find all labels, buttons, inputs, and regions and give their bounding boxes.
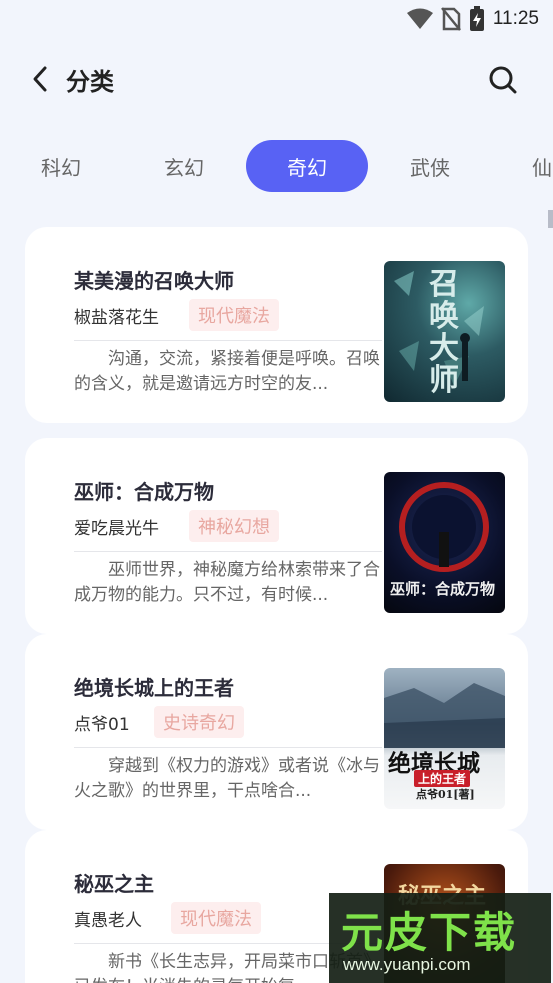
watermark-url: www.yuanpi.com xyxy=(343,955,471,974)
book-title: 绝境长城上的王者 xyxy=(74,676,234,700)
cover-title: 巫师：合成万物 xyxy=(390,580,496,598)
book-card[interactable]: 绝境长城上的王者 点爷01 史诗奇幻 穿越到《权力的游戏》或者说《冰与火之歌》的… xyxy=(25,634,528,830)
book-author: 爱吃晨光牛 xyxy=(74,519,159,539)
book-description: 巫师世界，神秘魔方给林索带来了合成万物的能力。只不过，有时候... xyxy=(74,560,380,605)
book-author: 点爷01 xyxy=(74,715,130,735)
cover-author: 点爷01[著] xyxy=(416,788,475,801)
book-tag: 现代魔法 xyxy=(171,902,261,934)
scrollbar[interactable] xyxy=(548,210,553,228)
tab-scifi[interactable]: 科幻 xyxy=(0,140,122,192)
cover-subtitle: 上的王者 xyxy=(414,770,471,787)
book-description: 沟通，交流，紧接着便是呼唤。召唤的含义，就是邀请远方时空的友... xyxy=(74,349,380,394)
book-author: 椒盐落花生 xyxy=(74,308,159,328)
divider xyxy=(74,551,382,552)
watermark: 元皮下载 www.yuanpi.com xyxy=(329,893,551,983)
book-title: 某美漫的召唤大师 xyxy=(74,269,234,293)
back-button[interactable] xyxy=(26,64,56,94)
book-card[interactable]: 某美漫的召唤大师 椒盐落花生 现代魔法 沟通，交流，紧接着便是呼唤。召唤的含义，… xyxy=(25,227,528,423)
status-bar: 11:25 xyxy=(0,0,553,38)
book-tag: 神秘幻想 xyxy=(189,510,279,542)
tab-xuanhuan[interactable]: 玄幻 xyxy=(123,140,245,192)
tab-xianxia[interactable]: 仙 xyxy=(492,140,553,192)
book-cover: 召唤大师 xyxy=(384,261,505,402)
header: 分类 xyxy=(0,52,553,108)
book-card[interactable]: 巫师：合成万物 爱吃晨光牛 神秘幻想 巫师世界，神秘魔方给林索带来了合成万物的能… xyxy=(25,438,528,634)
search-icon xyxy=(489,66,517,94)
book-title: 巫师：合成万物 xyxy=(74,480,214,504)
no-sim-icon xyxy=(440,7,461,31)
battery-charging-icon xyxy=(469,6,484,31)
cover-title: 召唤大师 xyxy=(429,267,459,398)
book-tag: 现代魔法 xyxy=(189,299,279,331)
divider xyxy=(74,340,382,341)
page-title: 分类 xyxy=(66,68,114,96)
book-cover: 巫师：合成万物 xyxy=(384,472,505,613)
tab-fantasy[interactable]: 奇幻 xyxy=(246,140,368,192)
category-tabs: 科幻 玄幻 奇幻 武侠 仙 xyxy=(0,140,553,192)
watermark-brand: 元皮下载 xyxy=(341,908,518,957)
book-title: 秘巫之主 xyxy=(74,872,154,896)
search-button[interactable] xyxy=(487,64,519,96)
chevron-left-icon xyxy=(33,66,47,92)
wifi-icon xyxy=(406,8,433,29)
book-tag: 史诗奇幻 xyxy=(154,706,244,738)
book-description: 穿越到《权力的游戏》或者说《冰与火之歌》的世界里，干点啥合... xyxy=(74,756,380,801)
book-cover: 绝境长城 上的王者 点爷01[著] xyxy=(384,668,505,809)
divider xyxy=(74,747,382,748)
status-time: 11:25 xyxy=(492,8,539,29)
tab-wuxia[interactable]: 武侠 xyxy=(369,140,491,192)
book-author: 真愚老人 xyxy=(74,911,142,931)
